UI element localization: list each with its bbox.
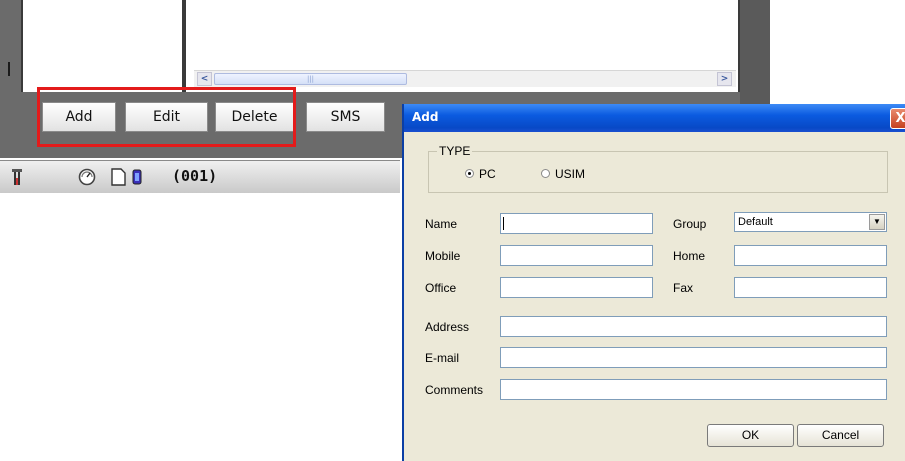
right-frame-edge [740,0,770,104]
scrollbar-thumb[interactable]: ||| [214,73,407,85]
mobile-field[interactable] [500,245,653,266]
name-field[interactable] [500,213,653,234]
folder-list-pane[interactable] [21,0,186,92]
comments-field[interactable] [500,379,887,400]
radio-usim[interactable]: USIM [541,167,585,181]
email-field[interactable] [500,347,887,368]
dialog-title: Add [412,110,439,124]
type-legend: TYPE [437,144,473,158]
radio-selected-icon[interactable] [465,169,474,179]
radio-pc[interactable]: PC [465,167,496,181]
comments-label: Comments [425,383,484,397]
text-caret [503,217,504,230]
home-label: Home [673,249,706,263]
close-icon[interactable]: X [890,108,905,129]
fax-field[interactable] [734,277,887,298]
cancel-button[interactable]: Cancel [797,424,884,447]
radio-usim-label: USIM [555,167,585,181]
group-label: Group [673,217,707,231]
radio-pc-label: PC [479,167,496,181]
horizontal-scrollbar[interactable]: < ||| > [194,70,736,87]
radio-unselected-icon[interactable] [541,169,550,179]
address-label: Address [425,320,470,334]
window-edge-marker [8,62,10,76]
highlight-box [37,87,296,147]
scroll-right-arrow-icon[interactable]: > [717,72,732,86]
add-contact-dialog: Add X TYPE PC USIM Name Group Default ▼ … [402,104,905,461]
status-bar: (001) [0,160,400,193]
sms-button[interactable]: SMS [306,102,385,132]
email-label: E-mail [425,351,460,365]
ok-button[interactable]: OK [707,424,794,447]
fax-label: Fax [673,281,694,295]
scroll-left-arrow-icon[interactable]: < [197,72,212,86]
type-group: TYPE PC USIM [428,144,888,193]
group-value: Default [738,216,773,228]
status-code-text: (001) [172,167,218,185]
mobile-label: Mobile [425,249,461,263]
office-label: Office [425,281,457,295]
address-field[interactable] [500,316,887,337]
battery-icon [132,169,142,185]
sim-card-icon [111,168,126,186]
signal-antenna-icon [12,169,22,185]
name-label: Name [425,217,458,231]
group-select[interactable]: Default ▼ [734,212,887,232]
dialog-titlebar[interactable]: Add X [404,104,905,132]
gauge-icon [78,168,96,186]
dropdown-arrow-icon[interactable]: ▼ [869,214,885,230]
office-field[interactable] [500,277,653,298]
home-field[interactable] [734,245,887,266]
